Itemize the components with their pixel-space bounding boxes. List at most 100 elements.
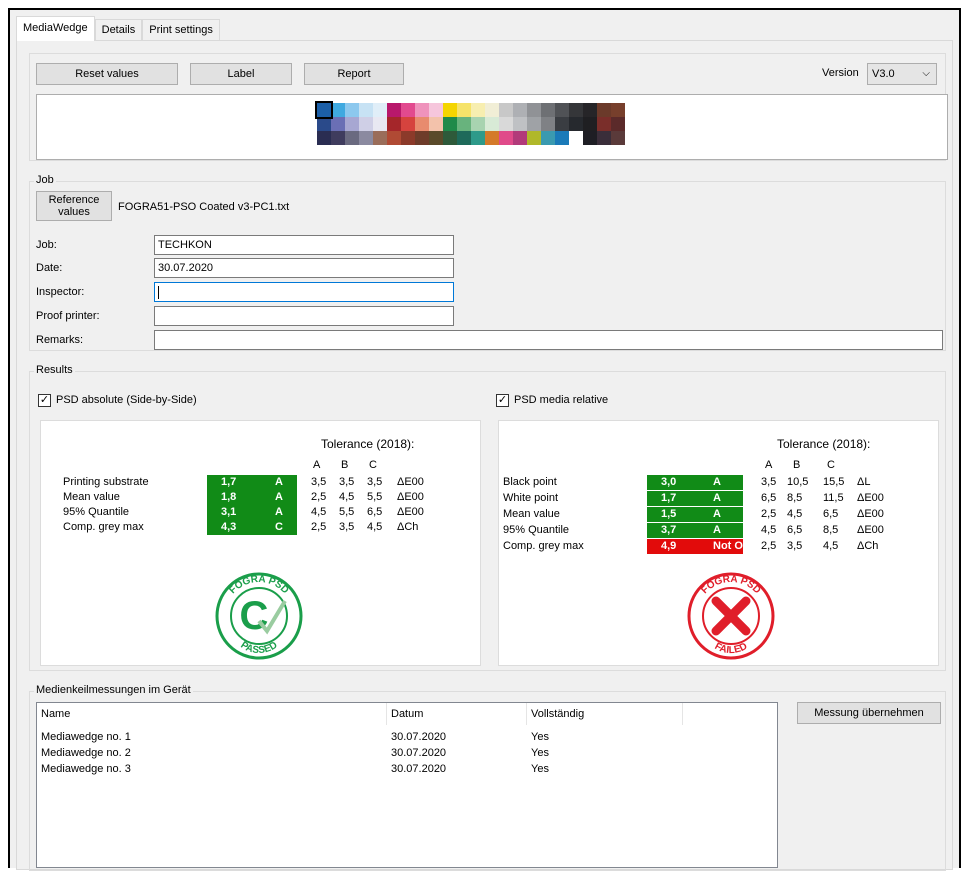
result-row: White point 1,7 A 6,5 8,5 11,5 ΔE00	[499, 491, 938, 506]
color-patch	[611, 131, 625, 145]
color-patch	[583, 131, 597, 145]
tolerance-c: 6,5	[823, 508, 839, 520]
fogra-psd-failed-seal: FOGRA PSD FAILED	[687, 572, 775, 660]
tolerance-unit: ΔE00	[397, 491, 424, 503]
color-patch	[485, 131, 499, 145]
tolerance-a: 4,5	[761, 524, 777, 536]
result-value: 3,7	[661, 524, 677, 536]
tolerance-a: 2,5	[311, 491, 327, 503]
tolerance-b: 4,5	[787, 508, 803, 520]
result-grade: A	[713, 524, 721, 536]
result-row: 95% Quantile 3,1 A 4,5 5,5 6,5 ΔE00	[41, 505, 480, 520]
color-patch	[401, 131, 415, 145]
tolerance-a: 3,5	[761, 476, 777, 488]
color-patch	[317, 117, 331, 131]
color-patch	[513, 117, 527, 131]
result-label: 95% Quantile	[63, 506, 130, 518]
color-patch	[345, 131, 359, 145]
result-value: 1,5	[661, 508, 677, 520]
result-label: White point	[503, 492, 559, 504]
tolerance-a: 6,5	[761, 492, 777, 504]
color-patch	[415, 103, 429, 117]
report-button[interactable]: Report	[304, 63, 404, 85]
text-caret	[158, 285, 159, 299]
color-patch	[541, 131, 555, 145]
inspector-field[interactable]	[154, 282, 454, 302]
take-measurement-button[interactable]: Messung übernehmen	[797, 702, 941, 724]
color-patch	[415, 131, 429, 145]
tolerance-b: 3,5	[339, 476, 355, 488]
list-item[interactable]: Mediawedge no. 2 30.07.2020 Yes	[37, 747, 777, 763]
wedge-row	[317, 103, 625, 117]
date-field[interactable]: 30.07.2020	[154, 258, 454, 278]
col-a-header: A	[313, 459, 321, 471]
color-patch	[541, 117, 555, 131]
color-patch	[597, 103, 611, 117]
color-patch	[499, 103, 513, 117]
color-patch	[471, 103, 485, 117]
list-item[interactable]: Mediawedge no. 3 30.07.2020 Yes	[37, 763, 777, 779]
job-field[interactable]: TECHKON	[154, 235, 454, 255]
color-patch	[359, 103, 373, 117]
tolerance-c: 8,5	[823, 524, 839, 536]
measurement-name: Mediawedge no. 3	[41, 763, 131, 775]
col-b-header: B	[341, 459, 349, 471]
reset-values-button[interactable]: Reset values	[36, 63, 178, 85]
result-value: 4,3	[221, 521, 237, 533]
psd-absolute-checkbox[interactable]: ✓	[38, 394, 51, 407]
color-patch	[527, 131, 541, 145]
list-header: Name Datum Vollständig	[37, 703, 777, 725]
color-patch	[513, 103, 527, 117]
col-c-header-right: C	[827, 459, 835, 471]
color-patch	[373, 117, 387, 131]
color-patch	[485, 117, 499, 131]
tolerance-b: 8,5	[787, 492, 803, 504]
tolerance-unit: ΔE00	[857, 492, 884, 504]
measurements-group: Medienkeilmessungen im Gerät Name Datum …	[29, 684, 946, 871]
result-value: 3,0	[661, 476, 677, 488]
tolerance-unit: ΔCh	[397, 521, 419, 533]
result-label: Mean value	[63, 491, 120, 503]
selected-patch-marker	[315, 101, 333, 119]
tolerance-c: 3,5	[367, 476, 383, 488]
list-item[interactable]: Mediawedge no. 1 30.07.2020 Yes	[37, 731, 777, 747]
remarks-field[interactable]	[154, 330, 943, 350]
measurement-date: 30.07.2020	[391, 747, 447, 759]
psd-media-relative-checkbox[interactable]: ✓	[496, 394, 509, 407]
tab-mediawedge[interactable]: MediaWedge	[16, 16, 95, 41]
measurement-date: 30.07.2020	[391, 763, 447, 775]
main-window: MediaWedge Details Print settings Reset …	[8, 8, 961, 871]
measurement-list[interactable]: Name Datum Vollständig Mediawedge no. 1 3…	[36, 702, 778, 868]
version-value: V3.0	[872, 68, 895, 80]
column-header-vollstaendig[interactable]: Vollständig	[527, 703, 683, 725]
tab-details[interactable]: Details	[94, 19, 143, 41]
result-grade: C	[275, 521, 283, 533]
tolerance-b: 4,5	[339, 491, 355, 503]
reference-values-button[interactable]: Reference values	[36, 191, 112, 221]
reference-file-name: FOGRA51-PSO Coated v3-PC1.txt	[118, 201, 290, 213]
color-patch	[443, 117, 457, 131]
result-row: Black point 3,0 A 3,5 10,5 15,5 ΔL	[499, 475, 938, 490]
inspector-label: Inspector:	[36, 286, 85, 298]
result-value: 3,1	[221, 506, 237, 518]
result-label: 95% Quantile	[503, 524, 570, 536]
tab-print-settings[interactable]: Print settings	[142, 19, 220, 41]
result-grade: A	[713, 476, 721, 488]
label-button[interactable]: Label	[190, 63, 292, 85]
color-patch	[387, 103, 401, 117]
proof-printer-field[interactable]	[154, 306, 454, 326]
column-header-name[interactable]: Name	[37, 703, 387, 725]
tolerance-c: 15,5	[823, 476, 845, 488]
color-patch	[331, 117, 345, 131]
color-patch	[429, 103, 443, 117]
color-patch	[345, 117, 359, 131]
version-select[interactable]: V3.0 ⌵	[867, 63, 937, 85]
measurement-date: 30.07.2020	[391, 731, 447, 743]
color-patch	[569, 131, 583, 145]
column-header-datum[interactable]: Datum	[387, 703, 527, 725]
tolerance-a: 2,5	[761, 540, 777, 552]
tolerance-unit: ΔE00	[397, 506, 424, 518]
psd-absolute-panel: Tolerance (2018): A B C Printing substra…	[40, 420, 481, 666]
color-patch	[583, 117, 597, 131]
results-group: Results ✓ PSD absolute (Side-by-Side) ✓ …	[29, 364, 946, 671]
